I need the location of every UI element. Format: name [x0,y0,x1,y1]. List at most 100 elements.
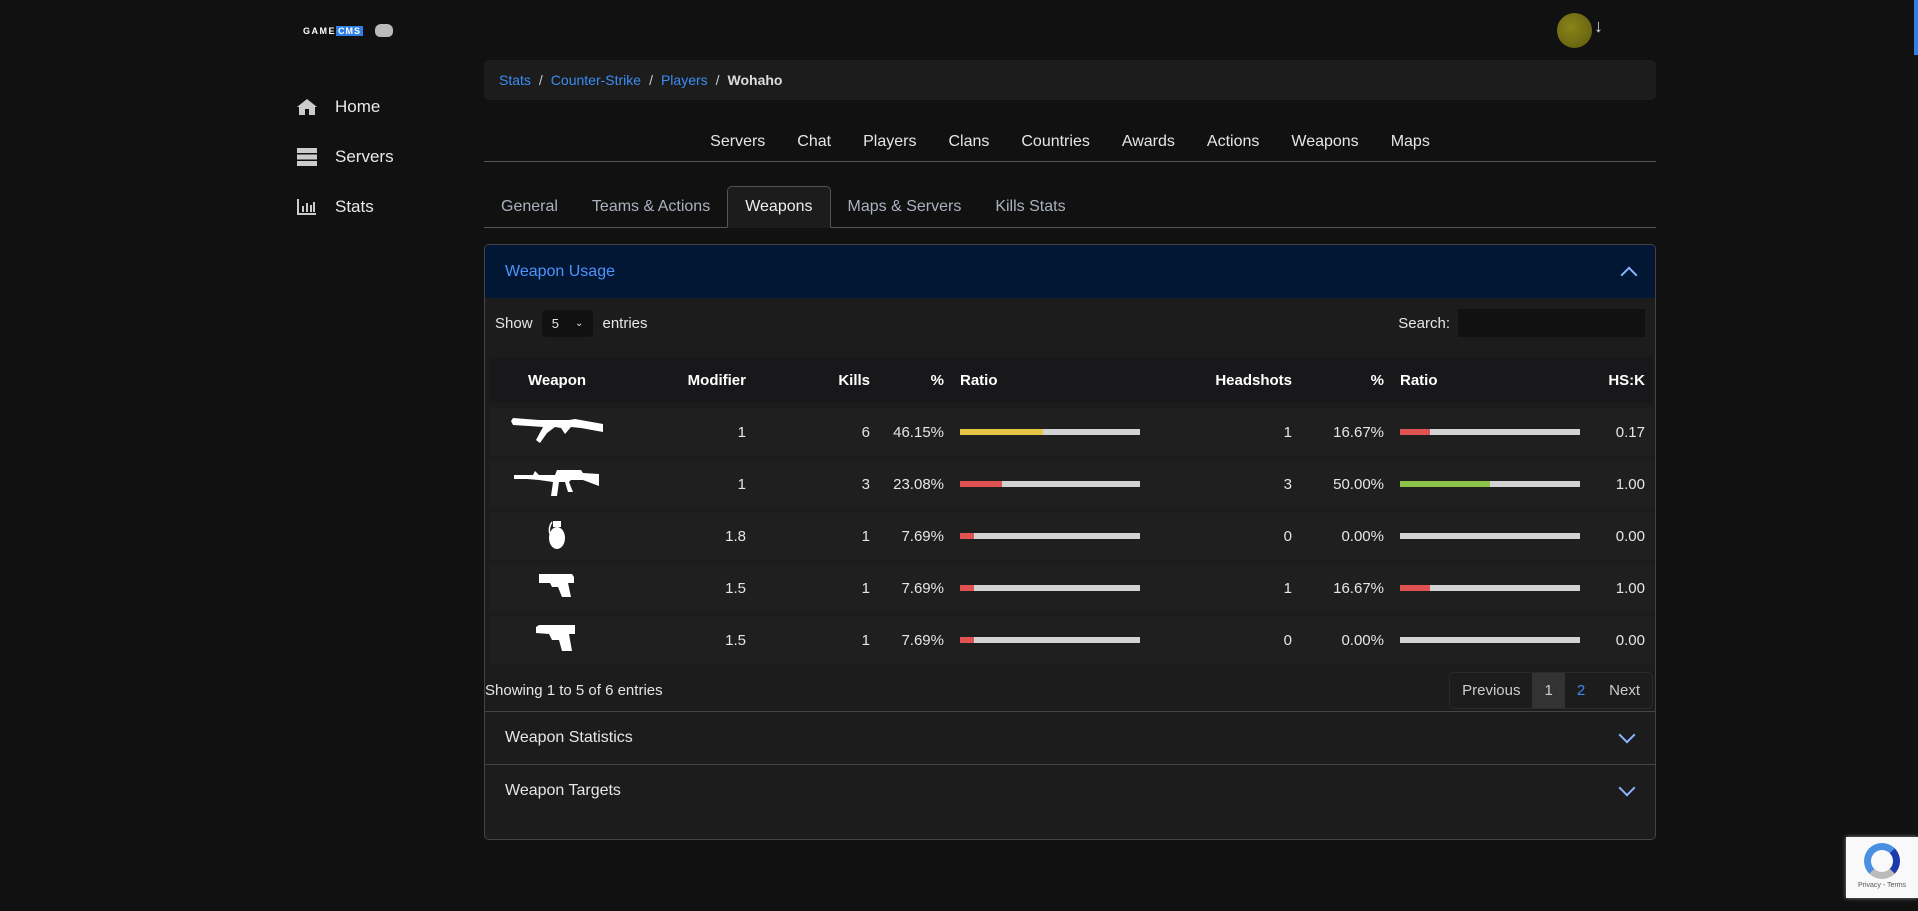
col-headshots[interactable]: Headshots [1152,357,1300,403]
sidebar: Home Servers Stats [278,82,394,232]
table-row: 1 3 23.08% 3 50.00% 1.00 [490,461,1653,507]
tab-weapons[interactable]: Weapons [727,186,831,228]
kills-pct-cell: 7.69% [878,565,952,611]
card-title: Weapon Usage [505,262,615,280]
nav-chat[interactable]: Chat [797,133,831,151]
hs-ratio-fill [1400,481,1490,487]
hs-pct-cell: 50.00% [1300,461,1392,507]
modifier-cell: 1 [624,409,754,455]
sidebar-item-stats[interactable]: Stats [278,182,394,232]
hs-pct-cell: 0.00% [1300,617,1392,663]
tab-teams-actions[interactable]: Teams & Actions [575,186,727,227]
ratio-cell [952,409,1152,455]
breadcrumb-players[interactable]: Players [661,72,708,88]
pagination: Previous 1 2 Next [1449,671,1653,709]
ratio-cell [952,461,1152,507]
kills-ratio-bar [960,429,1140,435]
weapon-targets-accordion[interactable]: Weapon Targets [485,764,1655,817]
nav-actions[interactable]: Actions [1207,133,1259,151]
nav-servers[interactable]: Servers [710,133,765,151]
chevron-down-icon [1618,779,1636,797]
hs-ratio-bar [1400,533,1580,539]
weapon-statistics-accordion[interactable]: Weapon Statistics [485,711,1655,764]
page-2[interactable]: 2 [1565,673,1597,708]
kills-cell: 3 [754,461,878,507]
hsk-cell: 0.00 [1588,513,1653,559]
nav-maps[interactable]: Maps [1391,133,1430,151]
col-hs-pct[interactable]: % [1300,357,1392,403]
hs-ratio-bar [1400,429,1580,435]
tab-general[interactable]: General [484,186,575,227]
sidebar-item-servers[interactable]: Servers [278,132,394,182]
page-1[interactable]: 1 [1532,672,1565,708]
ak47-icon [509,418,605,449]
kills-pct-cell: 46.15% [878,409,952,455]
recaptcha-links[interactable]: Privacy - Terms [1858,882,1906,889]
sidebar-item-label: Servers [335,147,394,166]
sidebar-item-label: Stats [335,197,374,216]
kills-pct-cell: 23.08% [878,461,952,507]
nav-awards[interactable]: Awards [1122,133,1175,151]
sidebar-item-home[interactable]: Home [278,82,394,132]
col-modifier[interactable]: Modifier [624,357,754,403]
sidebar-item-label: Home [335,97,381,116]
headshots-cell: 0 [1152,513,1300,559]
hs-ratio-cell [1392,513,1588,559]
nav-clans[interactable]: Clans [948,133,989,151]
discord-icon[interactable] [375,24,393,37]
arrow-down-icon[interactable]: ↓ [1594,16,1603,37]
scrollbar[interactable] [1914,0,1918,55]
headshots-cell: 1 [1152,409,1300,455]
entries-select[interactable]: 5 ⌄ [541,309,594,337]
nav-players[interactable]: Players [863,133,916,151]
kills-ratio-fill [960,429,1044,435]
logo[interactable]: GAME CMS [303,24,393,37]
kills-ratio-fill [960,533,974,539]
kills-ratio-fill [960,481,1002,487]
chart-icon [278,199,335,215]
kills-ratio-bar [960,585,1140,591]
recaptcha-badge[interactable]: Privacy - Terms [1846,837,1918,898]
previous-button[interactable]: Previous [1450,673,1532,708]
hs-pct-cell: 0.00% [1300,513,1392,559]
col-kills-pct[interactable]: % [878,357,952,403]
hsk-cell: 0.17 [1588,409,1653,455]
col-weapon[interactable]: Weapon [490,357,624,403]
avatar[interactable] [1557,13,1592,48]
hs-ratio-cell [1392,565,1588,611]
weapon-usage-header[interactable]: Weapon Usage [485,245,1655,298]
col-hsk[interactable]: HS:K [1588,357,1653,403]
logo-text-cms: CMS [336,25,363,36]
top-nav: Servers Chat Players Clans Countries Awa… [484,122,1656,162]
table-row: 1 6 46.15% 1 16.67% 0.17 [490,409,1653,455]
nav-countries[interactable]: Countries [1021,133,1089,151]
entries-label: entries [602,314,648,332]
hs-ratio-bar [1400,637,1580,643]
next-button[interactable]: Next [1597,673,1652,708]
logo-text: GAME [303,25,336,36]
kills-ratio-bar [960,481,1140,487]
chevron-down-icon: ⌄ [574,317,584,329]
search-input[interactable] [1458,309,1645,337]
chevron-up-icon[interactable] [1620,266,1638,283]
entries-value: 5 [551,315,559,331]
ratio-cell [952,617,1152,663]
hs-ratio-cell [1392,617,1588,663]
nav-weapons[interactable]: Weapons [1291,133,1358,151]
table-controls: Show 5 ⌄ entries Search: [485,298,1655,348]
col-kills[interactable]: Kills [754,357,878,403]
col-hs-ratio[interactable]: Ratio [1392,357,1588,403]
hsk-cell: 1.00 [1588,461,1653,507]
breadcrumb: Stats / Counter-Strike / Players / Wohaho [484,60,1656,100]
tab-maps-servers[interactable]: Maps & Servers [831,186,979,227]
kills-ratio-fill [960,585,974,591]
grenade-icon [546,521,568,554]
pistol-icon [535,625,579,656]
breadcrumb-stats[interactable]: Stats [499,72,531,88]
table-row: 1.8 1 7.69% 0 0.00% 0.00 [490,513,1653,559]
breadcrumb-counter-strike[interactable]: Counter-Strike [551,72,641,88]
tab-kills-stats[interactable]: Kills Stats [978,186,1082,227]
kills-pct-cell: 7.69% [878,617,952,663]
weapon-cell [490,409,624,455]
col-ratio[interactable]: Ratio [952,357,1152,403]
